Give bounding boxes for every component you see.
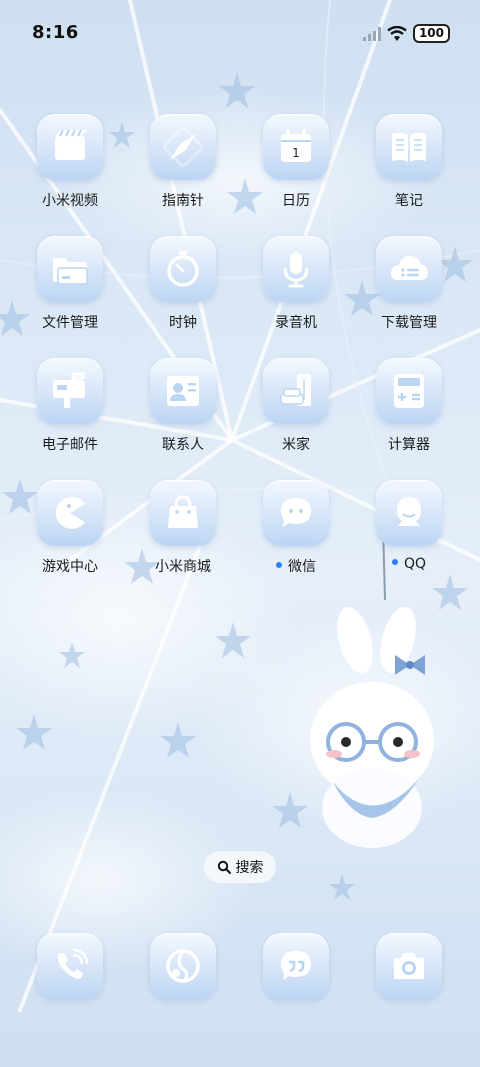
compass-icon [163, 127, 203, 167]
app-label: 时钟 [169, 315, 197, 331]
app-tile[interactable] [150, 358, 216, 424]
app-calculator[interactable]: 计算器 [353, 358, 465, 454]
app-tile[interactable] [376, 236, 442, 302]
app-label: 小米视频 [42, 193, 98, 209]
app-tile[interactable] [376, 933, 442, 999]
app-tile[interactable] [263, 236, 329, 302]
shopping-bag-icon [168, 495, 198, 528]
app-tile[interactable] [263, 358, 329, 424]
app-tile[interactable] [150, 933, 216, 999]
app-tile[interactable] [37, 480, 103, 546]
app-mi-store[interactable]: 小米商城 [127, 480, 239, 576]
app-tile[interactable] [150, 114, 216, 180]
app-tile[interactable] [37, 358, 103, 424]
app-file-manager[interactable]: 文件管理 [14, 236, 126, 332]
search-label: 搜索 [235, 860, 264, 876]
app-tile[interactable] [37, 933, 103, 999]
app-tile[interactable] [376, 358, 442, 424]
app-label: 小米商城 [155, 559, 211, 575]
dock-phone[interactable] [14, 933, 126, 999]
search-icon [217, 860, 231, 874]
app-tile[interactable] [37, 236, 103, 302]
home-icon [280, 374, 311, 406]
app-qq[interactable]: QQ [353, 480, 465, 572]
app-label: 指南针 [162, 193, 204, 209]
app-label: QQ [353, 556, 465, 572]
browser-icon [166, 949, 200, 983]
app-xiaomi-video[interactable]: 小米视频 [14, 114, 126, 210]
app-label: 联系人 [162, 437, 204, 453]
folder-icon [53, 258, 88, 285]
app-tile[interactable] [37, 114, 103, 180]
status-time: 8:16 [32, 22, 79, 43]
app-label: 下载管理 [381, 315, 437, 331]
app-tile[interactable] [150, 480, 216, 546]
dock-messages[interactable] [240, 933, 352, 999]
app-label: 录音机 [275, 315, 317, 331]
calculator-icon [394, 374, 424, 408]
calendar-icon: 1 [281, 129, 311, 162]
notes-icon [392, 132, 426, 162]
signal-icon [362, 26, 381, 41]
wifi-icon [387, 25, 407, 41]
download-icon [390, 256, 428, 280]
contacts-icon [167, 376, 199, 406]
mailbox-icon [53, 372, 85, 408]
dock-browser[interactable] [127, 933, 239, 999]
video-icon [55, 129, 87, 160]
search-button[interactable]: 搜索 [204, 851, 276, 883]
qq-icon [397, 497, 421, 526]
game-icon [55, 497, 85, 529]
messages-icon [281, 951, 311, 980]
app-tile[interactable] [376, 114, 442, 180]
app-clock[interactable]: 时钟 [127, 236, 239, 332]
app-recorder[interactable]: 录音机 [240, 236, 352, 332]
app-label: 计算器 [388, 437, 430, 453]
status-bar: 8:16 100 [0, 0, 480, 68]
app-label: 日历 [282, 193, 310, 209]
status-icons: 100 [362, 24, 450, 43]
app-label: 电子邮件 [42, 437, 98, 453]
microphone-icon [283, 252, 309, 288]
phone-icon [57, 948, 89, 979]
app-calendar[interactable]: 1 日历 [240, 114, 352, 210]
app-tile[interactable] [263, 480, 329, 546]
dock-camera[interactable] [353, 933, 465, 999]
app-label: 游戏中心 [42, 559, 98, 575]
app-label: 文件管理 [42, 315, 98, 331]
app-compass[interactable]: 指南针 [127, 114, 239, 210]
app-email[interactable]: 电子邮件 [14, 358, 126, 454]
app-tile[interactable] [376, 480, 442, 546]
battery-icon: 100 [412, 24, 450, 43]
clock-icon [167, 251, 199, 287]
new-dot [391, 559, 398, 565]
app-tile[interactable] [150, 236, 216, 302]
app-contacts[interactable]: 联系人 [127, 358, 239, 454]
app-notes[interactable]: 笔记 [353, 114, 465, 210]
app-label: 笔记 [395, 193, 423, 209]
app-tile[interactable] [263, 933, 329, 999]
new-dot [276, 562, 282, 568]
chat-bubble-icon [281, 498, 311, 527]
app-wechat[interactable]: 微信 [240, 480, 352, 576]
app-download-manager[interactable]: 下载管理 [353, 236, 465, 332]
camera-icon [394, 953, 424, 979]
app-label: 米家 [282, 437, 310, 453]
app-label: 微信 [240, 556, 352, 576]
app-tile[interactable]: 1 [263, 114, 329, 180]
app-mijia[interactable]: 米家 [240, 358, 352, 454]
app-game-center[interactable]: 游戏中心 [14, 480, 126, 576]
calendar-day-text: 1 [292, 146, 300, 160]
